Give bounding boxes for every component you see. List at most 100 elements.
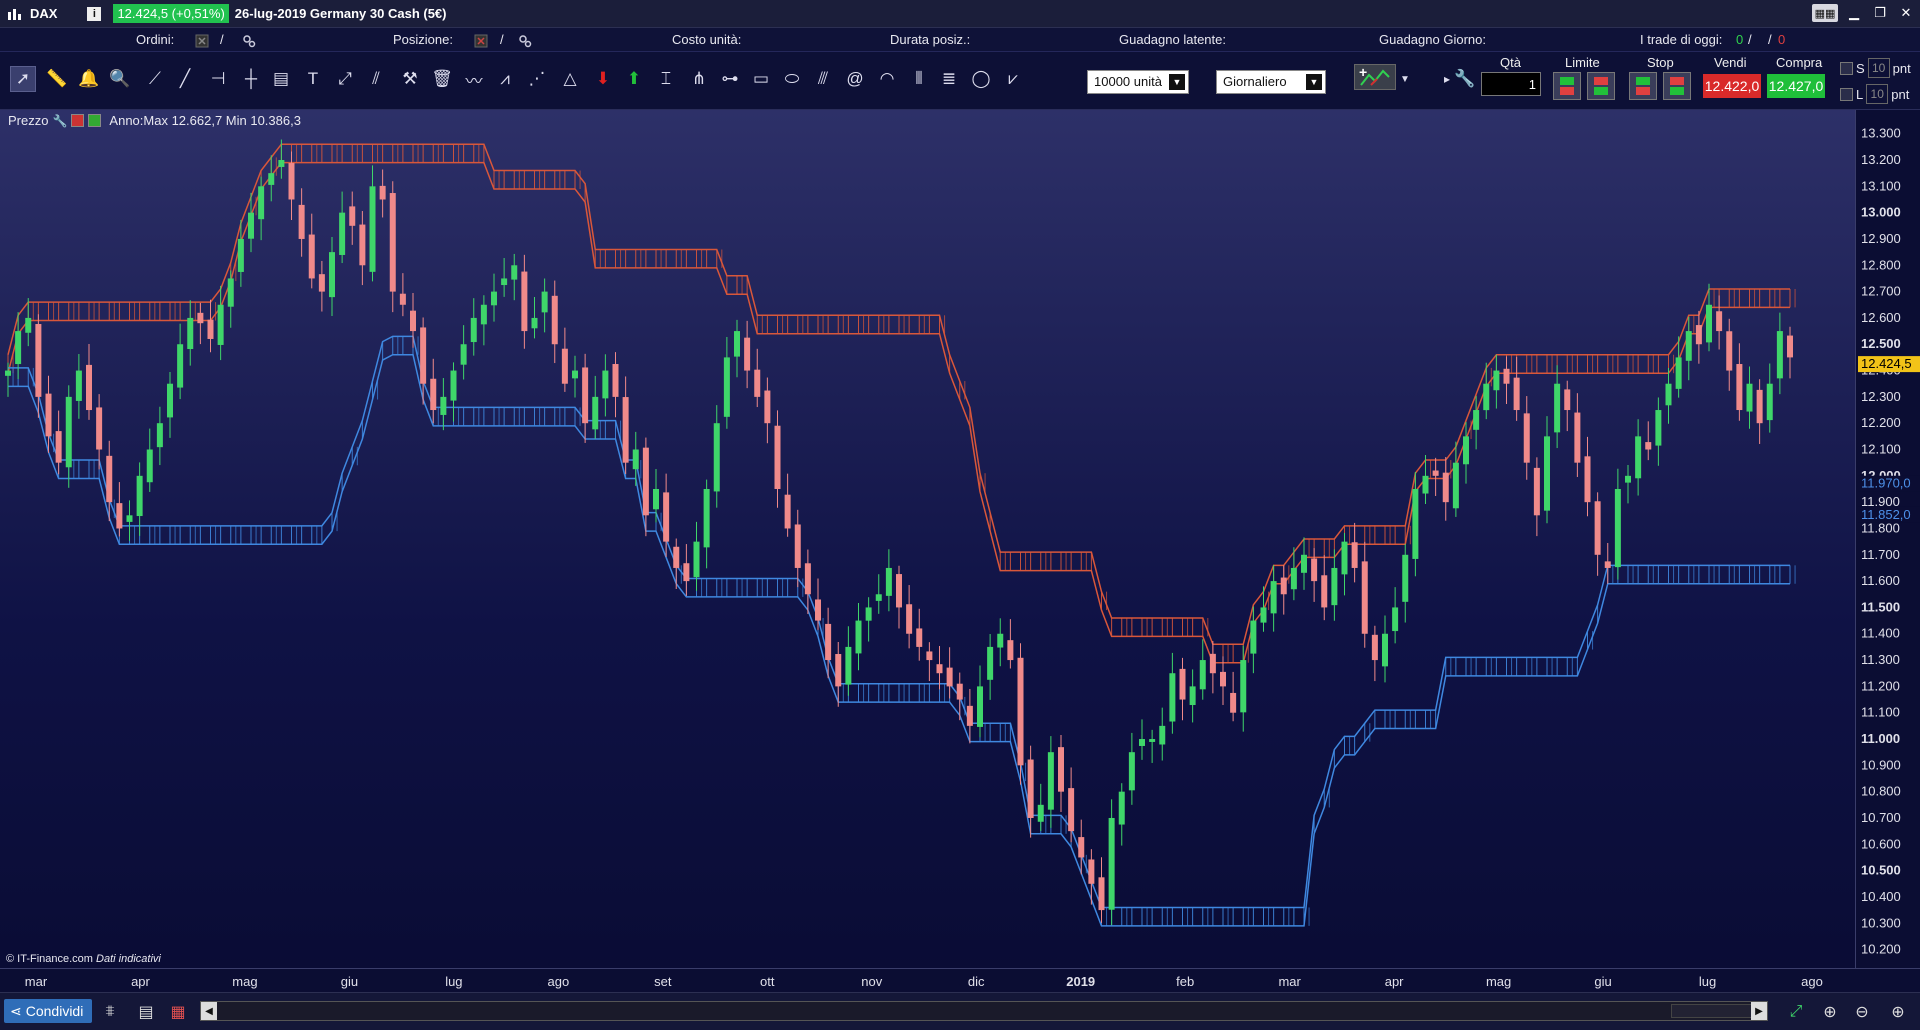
price-axis[interactable]: 13.300 13.200 13.100 13.000 12.900 12.800 12.7…: [1855, 110, 1920, 968]
zoom-area-icon[interactable]: ⊕: [1818, 1001, 1842, 1023]
take-profit-points[interactable]: 10: [1866, 84, 1889, 104]
channel-tool-icon[interactable]: ▤: [268, 66, 294, 92]
time-axis[interactable]: mar apr mag giu lug ago set ott nov dic 2019 feb mar…: [0, 968, 1920, 992]
stop-buy-button[interactable]: [1629, 72, 1657, 100]
template-icon[interactable]: ▤: [134, 1001, 158, 1023]
restore-icon[interactable]: ❐: [1870, 4, 1890, 22]
close-icon[interactable]: ✕: [1896, 4, 1916, 22]
stop-loss-checkbox[interactable]: [1840, 61, 1853, 75]
position-label: Posizione:: [393, 32, 453, 47]
sell-arrow-icon[interactable]: ⬇: [590, 66, 616, 92]
scroll-right-icon[interactable]: ▶: [1751, 1002, 1767, 1020]
limit-sell-button[interactable]: [1587, 72, 1615, 100]
limit-buy-button[interactable]: [1553, 72, 1581, 100]
candle-body: [1199, 660, 1206, 690]
candle-body: [1463, 436, 1469, 465]
fib-arc-icon[interactable]: ◠: [874, 66, 900, 92]
share-label: Condividi: [25, 1003, 84, 1019]
quantity-select[interactable]: 10000 unità ▼: [1087, 70, 1189, 94]
line-tool-icon[interactable]: ╱: [172, 66, 198, 92]
price-tick-label: 10.600: [1861, 836, 1901, 851]
vertical-line-icon[interactable]: ┼: [238, 66, 264, 92]
take-profit-checkbox[interactable]: [1840, 87, 1853, 101]
buy-arrow-icon[interactable]: ⬆: [621, 66, 647, 92]
price-tick-label: 11.400: [1861, 626, 1900, 641]
pitchfork-icon[interactable]: ⋔: [686, 66, 712, 92]
share-button[interactable]: ⋖ Condividi: [4, 999, 92, 1023]
zoom-in-icon[interactable]: ⊕: [1886, 1001, 1910, 1023]
parallel-tool-icon[interactable]: ⫽: [363, 66, 389, 92]
text-tool-icon[interactable]: T: [300, 66, 326, 92]
zoom-magnifier-icon[interactable]: 🔍: [107, 66, 133, 92]
wave-tool-icon[interactable]: ⩘: [492, 66, 518, 92]
horizontal-line-icon[interactable]: ⊣: [205, 66, 231, 92]
qty-input[interactable]: [1481, 72, 1541, 96]
wrench-icon[interactable]: 🔧: [52, 114, 67, 128]
stop-sell-button[interactable]: [1663, 72, 1691, 100]
ellipse-tool-icon[interactable]: ⬭: [779, 66, 805, 92]
gann-fan-icon[interactable]: ⋰: [524, 66, 550, 92]
keyboard-icon[interactable]: ▦▦: [1812, 4, 1838, 22]
zoom-out-icon[interactable]: ⊖: [1850, 1001, 1874, 1023]
layout-icon[interactable]: ▦: [166, 1001, 190, 1023]
arrows-tool-icon[interactable]: ⤢: [332, 66, 358, 92]
add-indicator-icon[interactable]: +: [1354, 64, 1396, 90]
price-chart[interactable]: Prezzo 🔧 Anno:Max 12.662,7 Min 10.386,3 …: [0, 110, 1855, 968]
symbol-name[interactable]: DAX: [30, 6, 57, 21]
candle-body: [683, 563, 690, 582]
pointer-tool-icon[interactable]: ➚: [10, 66, 36, 92]
time-tick-label: mar: [25, 974, 48, 989]
candle-body: [1432, 470, 1439, 476]
timeframe-select[interactable]: Giornaliero ▼: [1216, 70, 1326, 94]
rectangle-tool-icon[interactable]: ▭: [748, 66, 774, 92]
tools-wrench-icon[interactable]: ⚒: [397, 66, 423, 92]
indicator-dropdown-icon[interactable]: ▼: [1398, 66, 1412, 92]
candle-body: [1766, 383, 1773, 421]
candle-body: [835, 654, 842, 687]
trash-icon[interactable]: 🗑: [429, 66, 455, 92]
info-icon[interactable]: i: [87, 6, 102, 21]
cursor-tool-icon[interactable]: ⌶: [653, 66, 679, 92]
chart-scrollbar[interactable]: ◀ ▶: [200, 1001, 1768, 1021]
wrench-icon[interactable]: 🔧: [1452, 66, 1478, 92]
autoscale-icon[interactable]: ⤢: [1784, 1001, 1808, 1023]
position-sep: /: [500, 32, 504, 47]
take-profit-label: L: [1856, 86, 1864, 102]
trades-sep-2: /: [1768, 32, 1772, 47]
fib-fan-icon[interactable]: ⫻: [810, 66, 836, 92]
candle-body: [1665, 383, 1672, 406]
price-tick-label: 12.300: [1861, 389, 1901, 404]
spiral-tool-icon[interactable]: @: [842, 66, 868, 92]
scroll-thumb[interactable]: [1671, 1004, 1761, 1018]
ruler-tool-icon[interactable]: 📏: [44, 66, 70, 92]
remove-indicator-icon[interactable]: [71, 114, 85, 127]
zigzag-tool-icon[interactable]: 〰: [461, 66, 487, 92]
stop-loss-points[interactable]: 10: [1867, 58, 1890, 78]
price-label[interactable]: Prezzo: [8, 113, 48, 128]
fib-time-icon[interactable]: ⦀: [906, 66, 932, 92]
candle-body: [389, 193, 396, 292]
window-controls: ▦▦ ▁ ❐ ✕: [1812, 4, 1916, 22]
fib-retracement-icon[interactable]: ≣: [936, 66, 962, 92]
regression-icon[interactable]: ⊶: [717, 66, 743, 92]
sell-button[interactable]: 12.422,0: [1703, 74, 1761, 98]
minimize-icon[interactable]: ▁: [1844, 4, 1864, 22]
candle-body: [926, 651, 933, 661]
position-cancel-icon[interactable]: [474, 32, 488, 48]
candle-body: [703, 488, 710, 548]
chart-type-icon[interactable]: ⩨: [98, 1001, 122, 1023]
position-settings-icon[interactable]: [518, 32, 532, 48]
chart-canvas[interactable]: [0, 110, 1855, 968]
orders-settings-icon[interactable]: [242, 32, 256, 48]
buy-button[interactable]: 12.427,0: [1767, 74, 1825, 98]
alert-bell-icon[interactable]: 🔔: [76, 66, 102, 92]
orders-cancel-icon[interactable]: [195, 32, 209, 48]
cycle-tool-icon[interactable]: ◯: [968, 66, 994, 92]
add-indicator-icon[interactable]: [88, 114, 102, 127]
candle-body: [1159, 725, 1166, 745]
segment-tool-icon[interactable]: ⟋: [142, 66, 168, 92]
triangle-tool-icon[interactable]: △: [557, 66, 583, 92]
wave-count-icon[interactable]: ⩗: [1000, 66, 1026, 92]
take-profit-unit: pnt: [1891, 86, 1910, 102]
scroll-left-icon[interactable]: ◀: [201, 1002, 217, 1020]
